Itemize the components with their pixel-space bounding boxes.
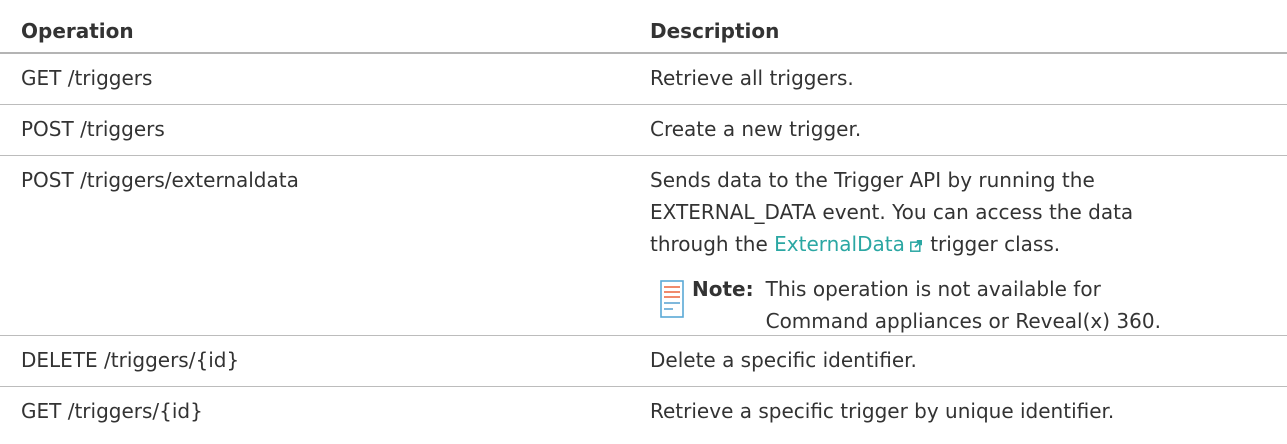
operation-cell: GET /triggers/{id} — [21, 399, 203, 423]
header-description: Description — [650, 19, 780, 43]
note-icon — [660, 280, 684, 318]
description-cell: Sends data to the Trigger API by running… — [640, 156, 1287, 335]
table-row: GET /triggers/{id} Retrieve a specific t… — [0, 387, 1287, 437]
note-callout: Note: This operation is not available fo… — [660, 273, 1277, 337]
externaldata-link[interactable]: ExternalData — [774, 232, 924, 256]
externaldata-link-text: ExternalData — [774, 232, 905, 256]
note-line: This operation is not available for — [765, 277, 1101, 301]
operation-cell: POST /triggers/externaldata — [21, 168, 299, 192]
operation-cell: POST /triggers — [21, 117, 165, 141]
description-line: through the ExternalData trigger class. — [650, 228, 1277, 260]
operation-cell: GET /triggers — [21, 66, 153, 90]
note-line: Command appliances or Reveal(x) 360. — [765, 309, 1161, 333]
table-row: GET /triggers Retrieve all triggers. — [0, 54, 1287, 105]
description-cell: Delete a specific identifier. — [650, 348, 917, 372]
table-row: POST /triggers/externaldata Sends data t… — [0, 156, 1287, 336]
table-header-row: Operation Description — [0, 0, 1287, 54]
description-cell: Retrieve all triggers. — [650, 66, 854, 90]
description-cell: Retrieve a specific trigger by unique id… — [650, 399, 1115, 423]
note-text: This operation is not available for Comm… — [766, 273, 1161, 337]
description-cell: Create a new trigger. — [650, 117, 862, 141]
table-row: POST /triggers Create a new trigger. — [0, 105, 1287, 156]
description-text: through the — [650, 232, 775, 256]
note-label: Note: — [692, 277, 754, 301]
operation-cell: DELETE /triggers/{id} — [21, 348, 240, 372]
api-operations-table: Operation Description GET /triggers Retr… — [0, 0, 1287, 437]
header-operation: Operation — [21, 19, 134, 43]
external-link-icon — [909, 240, 922, 252]
table-row: DELETE /triggers/{id} Delete a specific … — [0, 336, 1287, 387]
description-text: trigger class. — [923, 232, 1061, 256]
description-line: EXTERNAL_DATA event. You can access the … — [650, 200, 1134, 224]
description-line: Sends data to the Trigger API by running… — [650, 168, 1095, 192]
